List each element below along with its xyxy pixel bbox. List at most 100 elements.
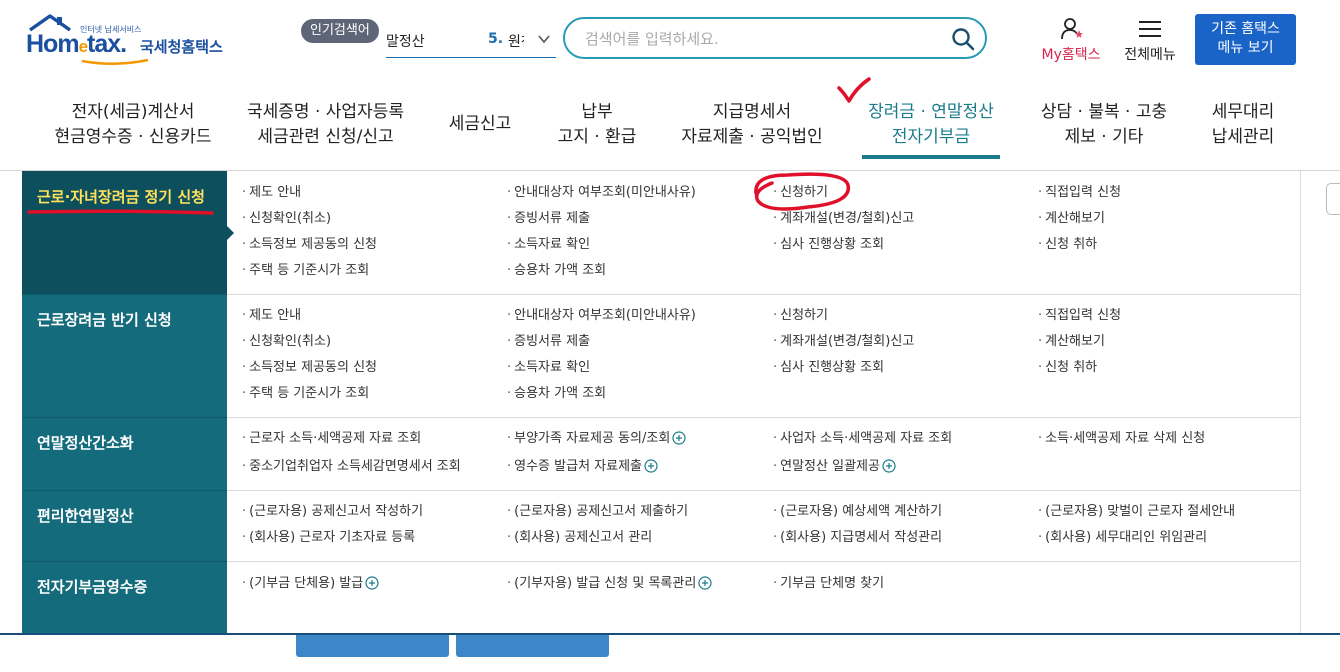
link-account-report[interactable]: · 계좌개설(변경/철회)신고 [773, 211, 914, 227]
search-box[interactable] [563, 17, 987, 59]
link-sme-exemption[interactable]: · 중소기업취업자 소득세감면명세서 조회 [242, 459, 461, 475]
nav-tax-agent[interactable]: 세무대리 납세관리 [1198, 100, 1288, 150]
link-system-guide[interactable]: · 제도 안내 [242, 185, 301, 201]
link-account-report[interactable]: · 계좌개설(변경/철회)신고 [773, 334, 914, 350]
link-income-check[interactable]: · 소득자료 확인 [507, 360, 590, 376]
side-scroll-handle[interactable] [1326, 183, 1340, 215]
nav-payment[interactable]: 납부 고지 · 환급 [547, 100, 647, 150]
category-separator [22, 490, 227, 491]
plus-circle-icon[interactable] [365, 576, 379, 590]
link-calculate[interactable]: · 계산해보기 [1038, 334, 1105, 350]
link-calculate[interactable]: · 계산해보기 [1038, 211, 1105, 227]
background-button-stub [456, 635, 609, 657]
link-deduction-delete[interactable]: · 소득·세액공제 자료 삭제 신청 [1038, 431, 1205, 447]
plus-circle-icon[interactable] [882, 459, 896, 473]
popular-search-underline [386, 57, 556, 58]
popular-search-rank-keyword[interactable]: 원천 [508, 31, 524, 51]
link-confirm-cancel[interactable]: · 신청확인(취소) [242, 211, 331, 227]
popular-search-badge: 인기검색어 [301, 19, 379, 43]
hometax-logo[interactable]: 인터넷 납세서비스 Hometax. 국세청홈택스 [22, 14, 242, 72]
link-direct-input-apply[interactable]: · 직접입력 신청 [1038, 185, 1121, 201]
popular-search-keyword[interactable]: 말정산 [386, 31, 425, 51]
link-review-status[interactable]: · 심사 진행상황 조회 [773, 360, 884, 376]
category-incentive-half[interactable]: 근로장려금 반기 신청 [37, 309, 172, 330]
panel-bottom-border [0, 633, 1340, 635]
link-house-price[interactable]: · 주택 등 기준시가 조회 [242, 263, 369, 279]
link-worker-tax-estimate[interactable]: · (근로자용) 예상세액 계산하기 [773, 504, 942, 520]
link-income-consent[interactable]: · 소득정보 제공동의 신청 [242, 237, 377, 253]
nav-tax-report[interactable]: 세금신고 [440, 112, 520, 137]
link-apply[interactable]: · 신청하기 [773, 185, 828, 201]
chevron-down-icon[interactable] [537, 32, 551, 46]
background-button-stub [296, 635, 449, 657]
link-confirm-cancel[interactable]: · 신청확인(취소) [242, 334, 331, 350]
nav-consultation[interactable]: 상담 · 불복 · 고충 제보 · 기타 [1030, 100, 1178, 150]
link-house-price[interactable]: · 주택 등 기준시가 조회 [242, 386, 369, 402]
my-hometax-button[interactable]: My홈택스 [1036, 17, 1106, 65]
all-menu-button[interactable]: 전체메뉴 [1118, 17, 1182, 65]
link-worker-deduction-inquiry[interactable]: · 근로자 소득·세액공제 자료 조회 [242, 431, 421, 447]
active-category-pointer [227, 226, 234, 240]
link-income-consent[interactable]: · 소득정보 제공동의 신청 [242, 360, 377, 376]
link-bulk-provide[interactable]: · 연말정산 일괄제공 [773, 459, 896, 475]
link-receipt-issuer-submit[interactable]: · 영수증 발급처 자료제출 [507, 459, 658, 475]
row-separator [227, 417, 1300, 418]
plus-circle-icon[interactable] [644, 459, 658, 473]
old-hometax-menu-button[interactable]: 기존 홈택스 메뉴 보기 [1195, 14, 1296, 65]
row-separator [227, 490, 1300, 491]
link-company-basic-data[interactable]: · (회사용) 근로자 기초자료 등록 [242, 530, 415, 546]
link-business-deduction-inquiry[interactable]: · 사업자 소득·세액공제 자료 조회 [773, 431, 952, 447]
link-withdraw[interactable]: · 신청 취하 [1038, 237, 1097, 253]
link-worker-form-submit[interactable]: · (근로자용) 공제신고서 제출하기 [507, 504, 688, 520]
category-donation-receipt[interactable]: 전자기부금영수증 [37, 576, 147, 597]
link-system-guide[interactable]: · 제도 안내 [242, 308, 301, 324]
old-hometax-label-line1: 기존 홈택스 [1211, 21, 1280, 37]
category-separator [22, 294, 227, 295]
link-submit-evidence[interactable]: · 증빙서류 제출 [507, 334, 590, 350]
logo-brand: Hometax. [26, 30, 127, 58]
link-find-donation-org[interactable]: · 기부금 단체명 찾기 [773, 576, 884, 592]
panel-right-border [1300, 171, 1301, 634]
nav-payment-statement[interactable]: 지급명세서 자료제출 · 공익법인 [672, 100, 832, 150]
link-dual-income-guide[interactable]: · (근로자용) 맞벌이 근로자 절세안내 [1038, 504, 1235, 520]
link-company-statement-manage[interactable]: · (회사용) 지급명세서 작성관리 [773, 530, 942, 546]
category-separator [22, 417, 227, 418]
link-review-status[interactable]: · 심사 진행상황 조회 [773, 237, 884, 253]
category-year-end-simplified[interactable]: 연말정산간소화 [37, 432, 134, 453]
nav-electronic-invoice[interactable]: 전자(세금)계산서 현금영수증 · 신용카드 [43, 100, 223, 150]
link-company-form-manage[interactable]: · (회사용) 공제신고서 관리 [507, 530, 652, 546]
plus-circle-icon[interactable] [698, 576, 712, 590]
hamburger-menu-icon [1139, 21, 1161, 37]
nav-incentive-year-end[interactable]: 장려금 · 연말정산 전자기부금 [860, 100, 1002, 150]
category-separator [22, 561, 227, 562]
link-withdraw[interactable]: · 신청 취하 [1038, 360, 1097, 376]
user-icon [1061, 18, 1083, 40]
link-submit-evidence[interactable]: · 증빙서류 제출 [507, 211, 590, 227]
row-separator [227, 294, 1300, 295]
my-hometax-label: My홈택스 [1041, 47, 1101, 63]
category-easy-year-end[interactable]: 편리한연말정산 [37, 505, 134, 526]
all-menu-label: 전체메뉴 [1124, 47, 1176, 63]
search-icon[interactable] [951, 27, 975, 51]
link-donor-issue-request[interactable]: · (기부자용) 발급 신청 및 목록관리 [507, 576, 712, 592]
link-car-price[interactable]: · 승용차 가액 조회 [507, 263, 606, 279]
category-incentive-regular[interactable]: 근로·자녀장려금 정기 신청 [37, 186, 205, 207]
row-separator [227, 561, 1300, 562]
link-company-agent-delegate[interactable]: · (회사용) 세무대리인 위임관리 [1038, 530, 1207, 546]
link-donation-org-issue[interactable]: · (기부금 단체용) 발급 [242, 576, 379, 592]
link-car-price[interactable]: · 승용차 가액 조회 [507, 386, 606, 402]
link-dependent-consent[interactable]: · 부양가족 자료제공 동의/조회 [507, 431, 686, 447]
popular-search-rank: 5. [488, 31, 504, 47]
nav-tax-certificate[interactable]: 국세증명 · 사업자등록 세금관련 신청/신고 [238, 100, 413, 150]
link-target-inquiry[interactable]: · 안내대상자 여부조회(미안내사유) [507, 185, 696, 201]
active-nav-underline [862, 155, 1000, 159]
link-direct-input-apply[interactable]: · 직접입력 신청 [1038, 308, 1121, 324]
plus-circle-icon[interactable] [672, 431, 686, 445]
logo-swoosh-icon [81, 58, 149, 66]
link-target-inquiry[interactable]: · 안내대상자 여부조회(미안내사유) [507, 308, 696, 324]
link-worker-form-write[interactable]: · (근로자용) 공제신고서 작성하기 [242, 504, 423, 520]
link-income-check[interactable]: · 소득자료 확인 [507, 237, 590, 253]
link-apply[interactable]: · 신청하기 [773, 308, 828, 324]
old-hometax-label-line2: 메뉴 보기 [1217, 40, 1274, 56]
search-input[interactable] [583, 27, 937, 51]
